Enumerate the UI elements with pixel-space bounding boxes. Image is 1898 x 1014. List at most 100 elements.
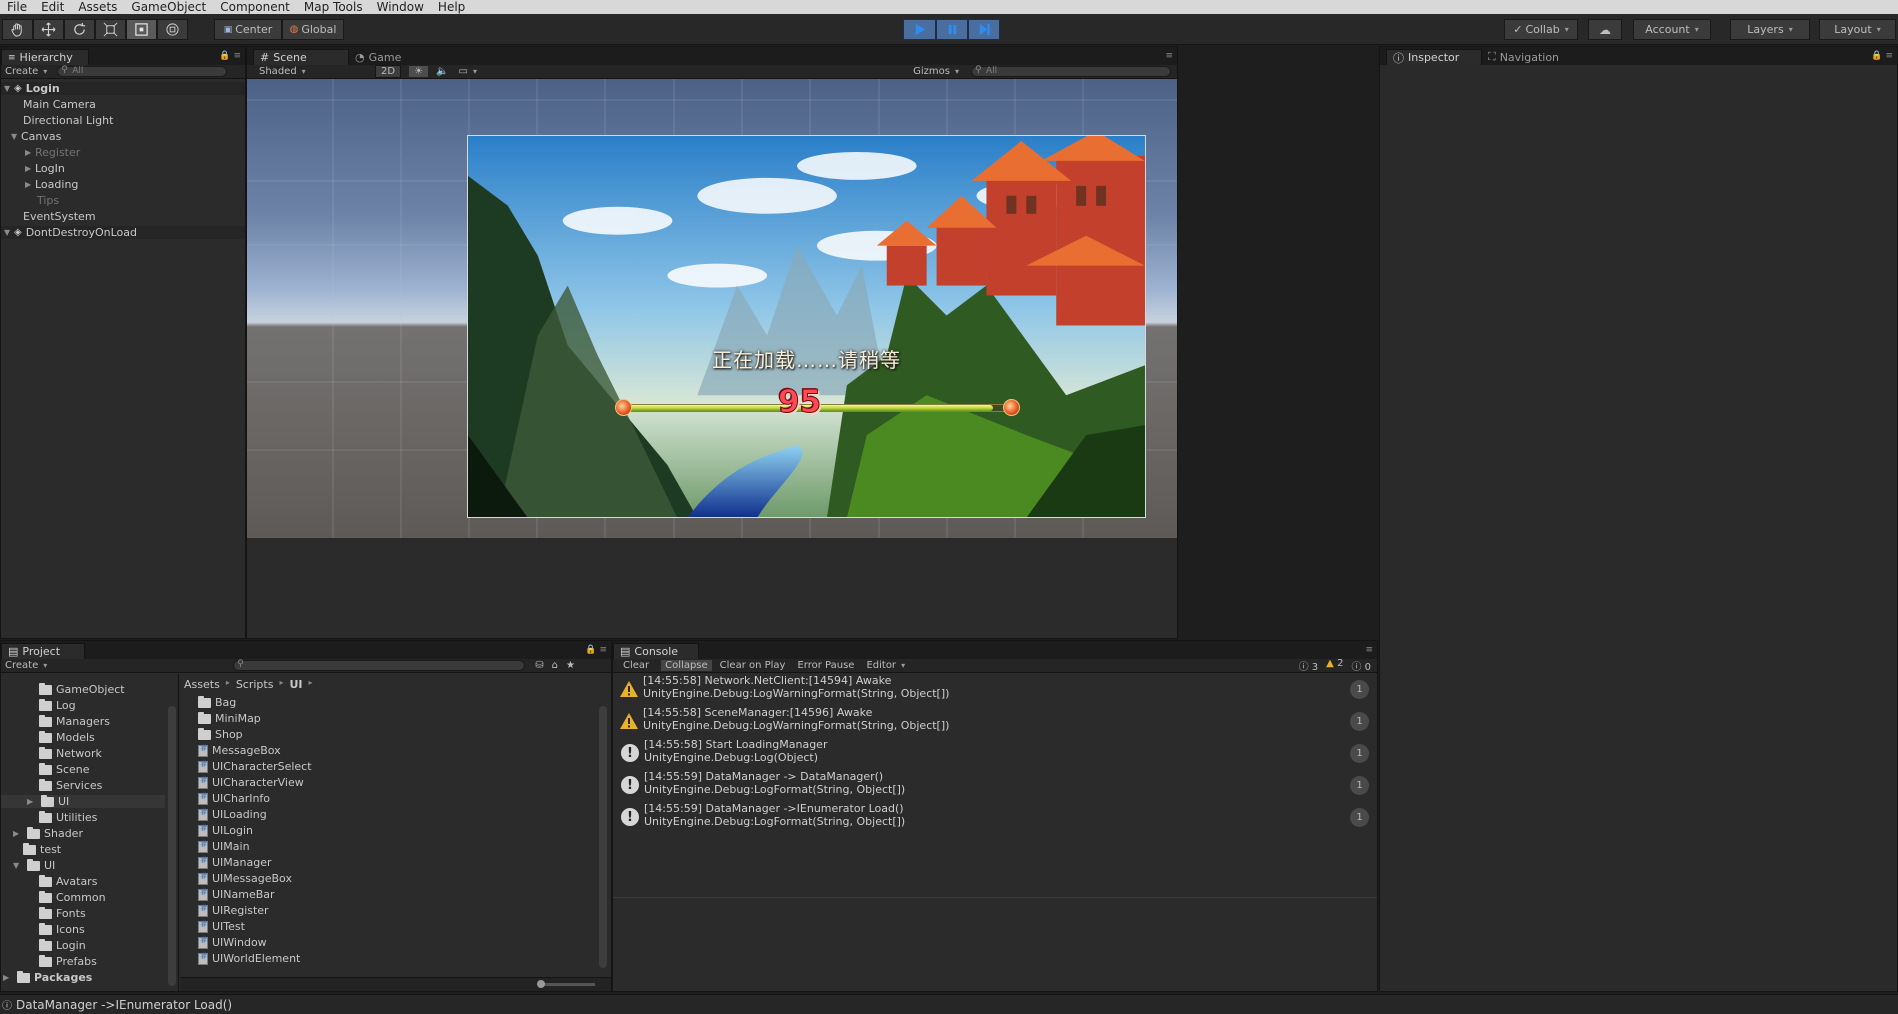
file-script-uicharacterview[interactable]: UICharacterView [198, 776, 304, 789]
menu-file[interactable]: File [0, 0, 34, 14]
menu-edit[interactable]: Edit [34, 0, 71, 14]
folder-network[interactable]: Network [39, 746, 102, 760]
space-global-toggle[interactable]: ◍ Global [282, 19, 344, 40]
console-clear-button[interactable]: Clear [623, 660, 649, 671]
file-script-uiwindow[interactable]: UIWindow [198, 936, 267, 949]
tab-project[interactable]: ▤ Project [1, 643, 85, 659]
error-count-toggle[interactable]: ⓘ 0 [1351, 658, 1371, 673]
tab-scene[interactable]: # Scene [253, 49, 349, 65]
file-folder-shop[interactable]: Shop [198, 727, 243, 741]
file-script-uimessagebox[interactable]: UIMessageBox [198, 872, 292, 885]
folder-tree-scrollbar[interactable] [168, 706, 176, 986]
hand-tool-button[interactable] [2, 19, 33, 40]
layout-dropdown[interactable]: Layout [1819, 19, 1896, 40]
rotate-tool-button[interactable] [64, 19, 95, 40]
console-entry[interactable]: ! [14:55:58] Start LoadingManager UnityEn… [613, 738, 1377, 770]
folder-ui-selected[interactable]: ▶ UI [1, 794, 165, 808]
console-collapse-toggle[interactable]: Collapse [661, 660, 712, 671]
breadcrumb-ui[interactable]: UI [289, 678, 302, 691]
file-script-uimain[interactable]: UIMain [198, 840, 250, 853]
scene-viewport[interactable]: 正在加载……请稍等 95 [247, 79, 1177, 538]
file-script-uicharacterselect[interactable]: UICharacterSelect [198, 760, 312, 773]
hierarchy-item-login[interactable]: ▶ LogIn [25, 162, 65, 175]
folder-login[interactable]: Login [39, 938, 86, 952]
folder-avatars[interactable]: Avatars [39, 874, 97, 888]
folder-gameobject[interactable]: GameObject [39, 682, 125, 696]
panel-menu-icon[interactable]: 🔒 ≡ [585, 645, 607, 655]
tab-console[interactable]: ▤ Console [613, 643, 699, 659]
hierarchy-create-dropdown[interactable]: Create [5, 66, 47, 77]
breadcrumb-assets[interactable]: Assets [184, 678, 220, 691]
icon-size-slider[interactable] [540, 983, 595, 986]
folder-prefabs[interactable]: Prefabs [39, 954, 97, 968]
transform-tool-button[interactable] [157, 19, 188, 40]
menu-gameobject[interactable]: GameObject [124, 0, 213, 14]
search-by-type-icon[interactable]: ⛁ [535, 660, 543, 671]
file-script-uimanager[interactable]: UIManager [198, 856, 272, 869]
status-message[interactable]: DataManager ->IEnumerator Load() [16, 998, 232, 1012]
project-search-input[interactable] [233, 660, 526, 671]
step-button[interactable] [968, 19, 1000, 40]
2d-toggle[interactable]: 2D [375, 65, 402, 78]
folder-ui-root[interactable]: ▼ UI [13, 858, 55, 872]
console-clear-on-play-toggle[interactable]: Clear on Play [720, 660, 786, 671]
hierarchy-search-input[interactable]: All [57, 66, 228, 77]
menu-map-tools[interactable]: Map Tools [297, 0, 370, 14]
scene-search-input[interactable]: All [971, 66, 1171, 77]
layers-dropdown[interactable]: Layers [1730, 19, 1810, 40]
scale-tool-button[interactable] [95, 19, 126, 40]
gizmos-dropdown[interactable]: Gizmos [913, 66, 959, 77]
tab-navigation[interactable]: ⛶ Navigation [1482, 49, 1582, 65]
console-entry[interactable]: [14:55:58] SceneManager:[14596] Awake Uni… [613, 706, 1377, 738]
folder-services[interactable]: Services [39, 778, 102, 792]
move-tool-button[interactable] [33, 19, 64, 40]
panel-menu-icon[interactable]: ≡ [1365, 645, 1373, 655]
hierarchy-item-loading[interactable]: ▶ Loading [25, 178, 78, 191]
folder-utilities[interactable]: Utilities [39, 810, 97, 824]
hierarchy-item-tips[interactable]: Tips [37, 194, 59, 207]
menu-window[interactable]: Window [370, 0, 431, 14]
folder-log[interactable]: Log [39, 698, 76, 712]
menu-help[interactable]: Help [431, 0, 472, 14]
hierarchy-scene-dontdestroyonload[interactable]: ▼ ◈ DontDestroyOnLoad [1, 226, 245, 239]
file-script-uinamebar[interactable]: UINameBar [198, 888, 275, 901]
label-tag-icon[interactable]: ⌂ [552, 660, 558, 671]
play-button[interactable] [903, 19, 936, 40]
favorite-star-icon[interactable]: ★ [566, 660, 575, 671]
console-entry[interactable]: ! [14:55:59] DataManager -> DataManager(… [613, 770, 1377, 802]
menu-assets[interactable]: Assets [71, 0, 124, 14]
menu-component[interactable]: Component [213, 0, 297, 14]
file-script-uiregister[interactable]: UIRegister [198, 904, 269, 917]
console-error-pause-toggle[interactable]: Error Pause [797, 660, 854, 671]
hierarchy-item-eventsystem[interactable]: EventSystem [23, 210, 96, 223]
canvas-game-view[interactable]: 正在加载……请稍等 95 [467, 135, 1146, 518]
hierarchy-item-canvas[interactable]: ▼ Canvas [11, 130, 61, 143]
warning-count-toggle[interactable]: ▲ 2 [1326, 658, 1343, 673]
pause-button[interactable] [936, 19, 968, 40]
console-editor-dropdown[interactable]: Editor [866, 660, 905, 671]
file-script-uilogin[interactable]: UILogin [198, 824, 253, 837]
file-script-uiloading[interactable]: UILoading [198, 808, 267, 821]
lighting-toggle[interactable]: ☀ [409, 66, 429, 77]
console-entry[interactable]: [14:55:58] Network.NetClient:[14594] Awa… [613, 674, 1377, 706]
audio-toggle[interactable]: 🔈 [436, 66, 448, 77]
collab-dropdown[interactable]: ✓ Collab [1504, 19, 1578, 40]
file-list-scrollbar[interactable] [599, 706, 607, 968]
folder-test[interactable]: test [23, 842, 61, 856]
hierarchy-item-directional-light[interactable]: Directional Light [23, 114, 113, 127]
shading-mode-dropdown[interactable]: Shaded [259, 66, 371, 77]
file-script-uiworldelement[interactable]: UIWorldElement [198, 952, 300, 965]
file-folder-minimap[interactable]: MiniMap [198, 711, 261, 725]
tab-game[interactable]: ◔ Game [349, 49, 419, 65]
packages-root[interactable]: ▶ Packages [3, 970, 92, 984]
console-entry[interactable]: ! [14:55:59] DataManager ->IEnumerator L… [613, 802, 1377, 834]
pivot-center-toggle[interactable]: ▣ Center [214, 19, 282, 40]
hierarchy-item-main-camera[interactable]: Main Camera [23, 98, 96, 111]
folder-icons[interactable]: Icons [39, 922, 85, 936]
console-detail-divider[interactable] [613, 897, 1377, 898]
file-script-uicharinfo[interactable]: UICharInfo [198, 792, 270, 805]
tab-hierarchy[interactable]: ≡ Hierarchy [1, 49, 89, 65]
file-script-messagebox[interactable]: MessageBox [198, 744, 281, 757]
info-count-toggle[interactable]: ⓘ 3 [1299, 658, 1319, 673]
folder-fonts[interactable]: Fonts [39, 906, 86, 920]
